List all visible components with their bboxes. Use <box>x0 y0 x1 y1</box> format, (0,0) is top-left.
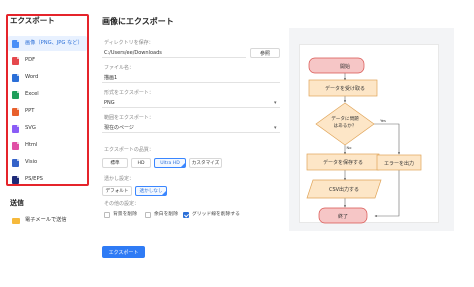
sidebar-item-label: PDF <box>25 56 36 63</box>
sidebar-item-pdf[interactable]: PDF <box>8 53 87 68</box>
sidebar-item-visio[interactable]: Visio <box>8 155 87 170</box>
remove-gridlines-checkbox[interactable]: グリッド線を削除する <box>183 212 240 218</box>
email-icon <box>12 218 20 224</box>
sidebar-item-ps[interactable]: PS/EPS <box>8 172 87 187</box>
send-email-label: 電子メールで送信 <box>25 217 67 224</box>
visio-file-icon <box>12 158 19 167</box>
flow-decision-text-1: データに問題 <box>331 115 359 122</box>
quality-option-ultra-hd[interactable]: Ultra HD <box>154 158 186 168</box>
page-title: 画像にエクスポート <box>102 17 174 26</box>
html-file-icon <box>12 141 19 150</box>
export-button[interactable]: エクスポート <box>102 246 145 258</box>
image-file-icon <box>12 39 19 48</box>
sidebar-item-label: Visio <box>25 158 38 165</box>
sidebar-item-label: PPT <box>25 107 35 114</box>
sidebar-item-label: SVG <box>25 124 36 131</box>
directory-label: ディレクトリを保存： <box>104 40 154 46</box>
flow-yes-label: Yes <box>380 119 386 123</box>
sidebar-item-ppt[interactable]: PPT <box>8 104 87 119</box>
range-chevron-down-icon: ▾ <box>274 125 277 131</box>
checkbox-box <box>104 212 110 218</box>
format-label: 形式をエクスポート： <box>104 90 154 96</box>
flow-csv-text: CSV出力する <box>329 186 359 193</box>
flow-receive-text: データを受け取る <box>325 85 365 92</box>
transparency-option-none[interactable]: 透かしなし <box>135 186 167 196</box>
remove-background-checkbox[interactable]: 背景を削除 <box>104 212 137 218</box>
checkbox-label: グリッド線を削除する <box>192 211 240 217</box>
quality-label: エクスポートの品質： <box>104 147 154 153</box>
remove-margin-checkbox[interactable]: 余白を削除 <box>145 212 178 218</box>
flow-end-text: 終了 <box>338 213 348 220</box>
flow-start-node <box>308 57 365 74</box>
sidebar-item-label: 画像（PNG、JPG など） <box>25 39 83 46</box>
flow-no-label: No <box>347 146 352 150</box>
flow-start-text: 開始 <box>340 63 350 70</box>
quality-option-standard[interactable]: 標準 <box>102 158 128 168</box>
filename-value: 描画1 <box>104 75 118 81</box>
transparency-label: 透かし設定： <box>104 176 135 182</box>
svg-file-icon <box>12 124 19 133</box>
sidebar-item-image[interactable]: 画像（PNG、JPG など） <box>8 36 87 51</box>
sidebar-item-word[interactable]: Word <box>8 70 87 85</box>
sidebar-item-excel[interactable]: Excel <box>8 87 87 102</box>
transparency-option-default[interactable]: デフォルト <box>102 186 132 196</box>
pdf-file-icon <box>12 56 19 65</box>
range-label: 範囲をエクスポート： <box>104 115 154 121</box>
filename-input[interactable] <box>102 73 280 83</box>
directory-value: C:/Users/ee/Downloads <box>104 50 162 56</box>
send-section-title: 送信 <box>10 199 24 207</box>
excel-file-icon <box>12 90 19 99</box>
flow-decision-text-2: はあるか？ <box>334 122 357 129</box>
checkbox-label: 背景を削除 <box>113 211 137 217</box>
format-chevron-down-icon: ▾ <box>274 100 277 106</box>
quality-option-hd[interactable]: HD <box>131 158 151 168</box>
format-value: PNG <box>104 100 115 106</box>
flow-save-text: データを保存する <box>323 159 363 166</box>
sidebar-item-label: Word <box>25 73 39 80</box>
quality-option-custom[interactable]: カスタマイズ <box>189 158 222 168</box>
flow-error-text: エラーを出力 <box>384 160 414 167</box>
sidebar-item-svg[interactable]: SVG <box>8 121 87 136</box>
flowchart-preview: 開始 データを受け取る データに問題 はあるか？ データを保存する エラーを出力… <box>306 57 422 224</box>
sidebar-item-html[interactable]: Html <box>8 138 87 153</box>
checkbox-box <box>145 212 151 218</box>
sidebar-item-label: Html <box>25 141 38 148</box>
other-settings-label: その他の設定： <box>104 201 140 207</box>
sidebar-item-label: PS/EPS <box>25 175 43 182</box>
ps-file-icon <box>12 175 19 184</box>
checkbox-checked-box <box>183 212 189 218</box>
filename-label: ファイル名： <box>104 65 135 71</box>
checkbox-label: 余白を削除 <box>154 211 178 217</box>
sidebar-title: エクスポート <box>10 16 55 25</box>
send-email-item[interactable]: 電子メールで送信 <box>12 218 67 224</box>
range-value: 現在のページ <box>104 125 134 131</box>
ppt-file-icon <box>12 107 19 116</box>
word-file-icon <box>12 73 19 82</box>
browse-button[interactable]: 参照 <box>250 48 280 58</box>
sidebar-item-label: Excel <box>25 90 39 97</box>
format-select[interactable] <box>102 98 280 108</box>
